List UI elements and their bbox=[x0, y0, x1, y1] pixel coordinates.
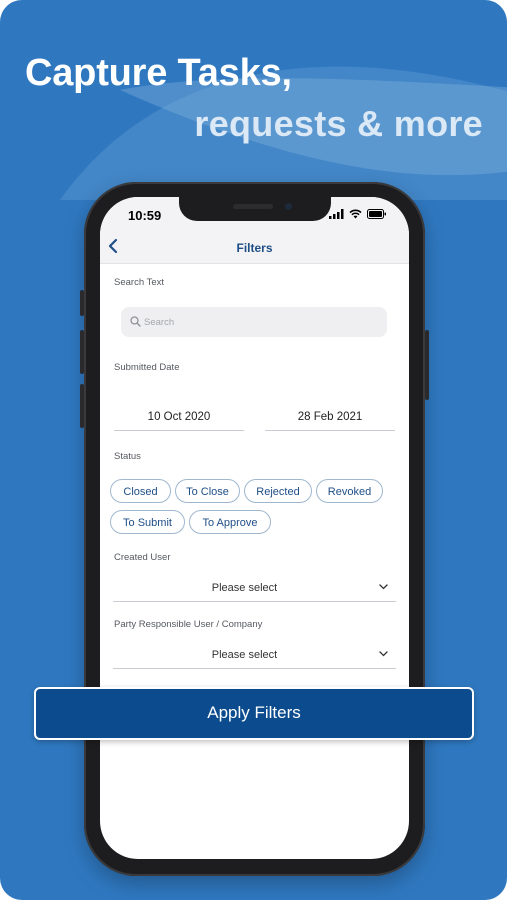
status-chip-rejected[interactable]: Rejected bbox=[244, 479, 312, 503]
created-user-label: Created User bbox=[114, 552, 171, 563]
status-label: Status bbox=[114, 451, 141, 462]
promo-subheadline: requests & more bbox=[194, 103, 483, 144]
phone-volume-up bbox=[80, 330, 84, 374]
search-icon bbox=[130, 316, 141, 327]
search-input[interactable]: Search bbox=[121, 307, 387, 337]
party-responsible-value: Please select bbox=[211, 649, 278, 661]
search-placeholder: Search bbox=[144, 317, 175, 328]
party-responsible-label: Party Responsible User / Company bbox=[114, 619, 263, 630]
chevron-down-icon bbox=[379, 584, 388, 590]
status-chip-closed[interactable]: Closed bbox=[110, 479, 171, 503]
camera-icon bbox=[285, 203, 292, 210]
phone-notch bbox=[179, 197, 331, 221]
submitted-date-label: Submitted Date bbox=[114, 362, 180, 373]
status-chip-to-approve[interactable]: To Approve bbox=[189, 510, 271, 534]
phone-screen: 10:59 Filters Search Text Search Submitt… bbox=[100, 197, 409, 859]
speaker-grille bbox=[233, 204, 273, 209]
phone-side-button bbox=[80, 290, 84, 316]
date-from-field[interactable]: 10 Oct 2020 bbox=[114, 400, 244, 431]
status-chip-to-close[interactable]: To Close bbox=[175, 479, 240, 503]
apply-filters-button[interactable]: Apply Filters bbox=[34, 687, 474, 740]
signal-icon bbox=[329, 209, 344, 219]
phone-volume-down bbox=[80, 384, 84, 428]
status-time: 10:59 bbox=[128, 208, 162, 223]
created-user-select[interactable]: Please select bbox=[113, 575, 396, 602]
page-title: Filters bbox=[236, 241, 273, 255]
search-text-label: Search Text bbox=[114, 277, 164, 288]
phone-power-button bbox=[425, 330, 429, 400]
party-responsible-select[interactable]: Please select bbox=[113, 642, 396, 669]
wifi-icon bbox=[349, 209, 362, 219]
status-chip-revoked[interactable]: Revoked bbox=[316, 479, 383, 503]
battery-icon bbox=[367, 209, 386, 219]
chevron-down-icon bbox=[379, 651, 388, 657]
status-chip-to-submit[interactable]: To Submit bbox=[110, 510, 185, 534]
background-swoosh bbox=[60, 66, 507, 200]
created-user-value: Please select bbox=[211, 582, 278, 594]
status-icons bbox=[329, 209, 387, 219]
promo-headline: Capture Tasks, bbox=[25, 52, 292, 94]
date-to-field[interactable]: 28 Feb 2021 bbox=[265, 400, 395, 431]
